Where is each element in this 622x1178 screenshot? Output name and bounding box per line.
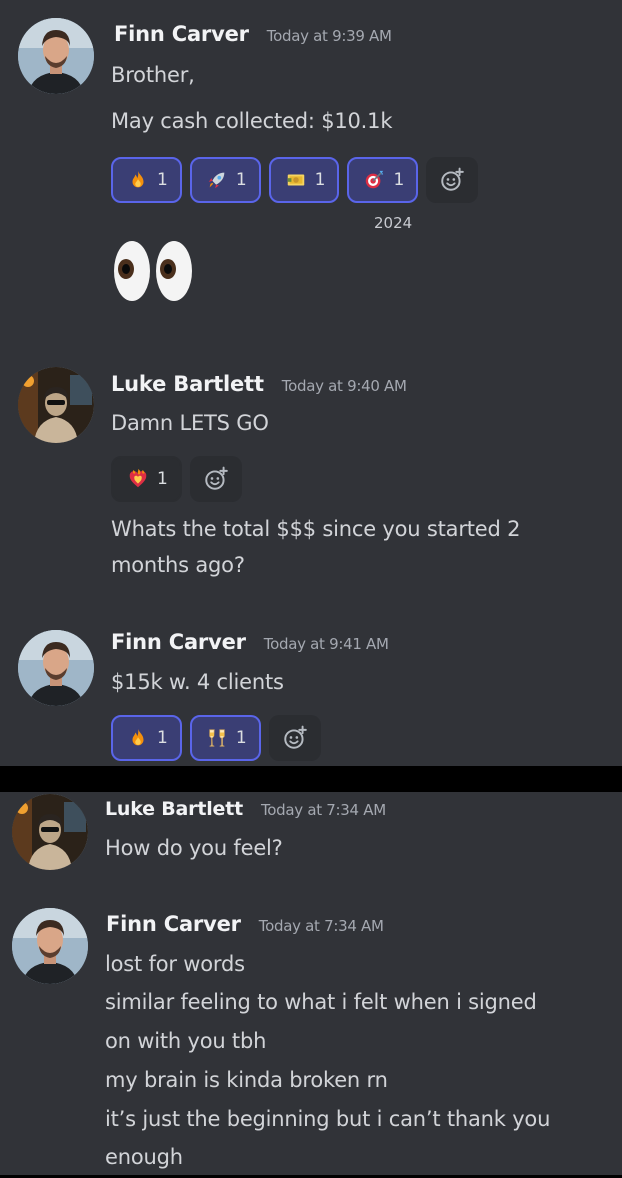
message-finn-2: Finn Carver Today at 9:41 AM $15k w. 4 cl… <box>0 620 622 766</box>
message-line: it’s just the beginning but i can’t than… <box>105 1107 551 1131</box>
message-header: Finn Carver Today at 9:41 AM <box>111 630 389 654</box>
message-line: Whats the total $$$ since you started 2 <box>111 517 521 541</box>
message-header: Luke Bartlett Today at 7:34 AM <box>105 798 386 820</box>
message-line: Damn LETS GO <box>111 411 269 435</box>
avatar-luke[interactable] <box>12 794 88 870</box>
reaction-count: 1 <box>393 170 405 190</box>
timestamp[interactable]: Today at 7:34 AM <box>259 917 384 935</box>
reaction-heart-on-fire[interactable]: 1 <box>111 456 182 502</box>
message-header: Luke Bartlett Today at 9:40 AM <box>111 372 407 396</box>
reaction-bar: 1 1 <box>111 715 321 761</box>
message-finn-1: Finn Carver Today at 9:39 AM Brother, May… <box>0 0 622 320</box>
chat-panel-bottom: Luke Bartlett Today at 7:34 AM How do you… <box>0 792 622 1175</box>
username[interactable]: Finn Carver <box>111 630 246 654</box>
message-line: How do you feel? <box>105 836 283 860</box>
dart-icon <box>363 169 385 191</box>
message-line: lost for words <box>105 952 245 976</box>
message-luke-2: Luke Bartlett Today at 7:34 AM How do you… <box>0 792 622 892</box>
reaction-count: 1 <box>157 469 168 489</box>
reaction-count: 1 <box>157 728 168 748</box>
avatar-luke[interactable] <box>18 367 94 443</box>
reaction-bar: 1 <box>111 456 242 502</box>
message-line: $15k w. 4 clients <box>111 670 284 694</box>
reaction-dart[interactable]: 1 <box>347 157 419 203</box>
reaction-count: 1 <box>314 170 326 190</box>
username[interactable]: Luke Bartlett <box>111 372 264 396</box>
heart-on-fire-icon <box>127 468 149 490</box>
reaction-count: 1 <box>157 170 168 190</box>
champagne-glasses-icon <box>206 727 228 749</box>
money-icon <box>285 169 307 191</box>
message-line: months ago? <box>111 553 245 577</box>
reaction-money[interactable]: 1 <box>268 157 340 203</box>
reaction-count: 1 <box>235 170 247 190</box>
username[interactable]: Luke Bartlett <box>105 798 243 820</box>
avatar-finn[interactable] <box>18 630 94 706</box>
message-line: similar feeling to what i felt when i si… <box>105 990 537 1014</box>
avatar-finn[interactable] <box>12 908 88 984</box>
reaction-bar: 1 1 1 1 <box>111 157 479 203</box>
username[interactable]: Finn Carver <box>114 22 249 46</box>
avatar-finn[interactable] <box>18 18 94 94</box>
timestamp[interactable]: Today at 9:41 AM <box>264 635 389 653</box>
add-reaction-icon <box>203 466 229 492</box>
message-luke-1: Luke Bartlett Today at 9:40 AM Damn LETS … <box>0 360 622 600</box>
fire-icon <box>127 169 149 191</box>
reaction-fire[interactable]: 1 <box>111 157 182 203</box>
message-line: my brain is kinda broken rn <box>105 1068 388 1092</box>
add-reaction-button[interactable] <box>426 157 479 203</box>
add-reaction-button[interactable] <box>189 456 242 502</box>
timestamp[interactable]: Today at 9:40 AM <box>282 377 407 395</box>
add-reaction-icon <box>439 167 465 193</box>
message-line: May cash collected: $10.1k <box>111 109 393 133</box>
message-finn-3: Finn Carver Today at 7:34 AM lost for wor… <box>0 902 622 1175</box>
add-reaction-button[interactable] <box>268 715 321 761</box>
reaction-count: 1 <box>235 728 247 748</box>
username[interactable]: Finn Carver <box>106 912 241 936</box>
chat-panel-top: Finn Carver Today at 9:39 AM Brother, May… <box>0 0 622 766</box>
fire-icon <box>127 727 149 749</box>
message-line: on with you tbh <box>105 1029 267 1053</box>
reaction-caption: 2024 <box>374 214 413 232</box>
message-line: enough <box>105 1145 183 1169</box>
add-reaction-icon <box>282 725 308 751</box>
rocket-icon <box>206 169 228 191</box>
reaction-champagne[interactable]: 1 <box>189 715 261 761</box>
reaction-fire[interactable]: 1 <box>111 715 182 761</box>
message-header: Finn Carver Today at 9:39 AM <box>114 22 392 46</box>
timestamp[interactable]: Today at 9:39 AM <box>267 27 392 45</box>
timestamp[interactable]: Today at 7:34 AM <box>261 801 386 819</box>
reaction-rocket[interactable]: 1 <box>189 157 261 203</box>
eyes-icon <box>114 241 192 301</box>
message-line: Brother, <box>111 63 195 87</box>
message-header: Finn Carver Today at 7:34 AM <box>106 912 384 936</box>
